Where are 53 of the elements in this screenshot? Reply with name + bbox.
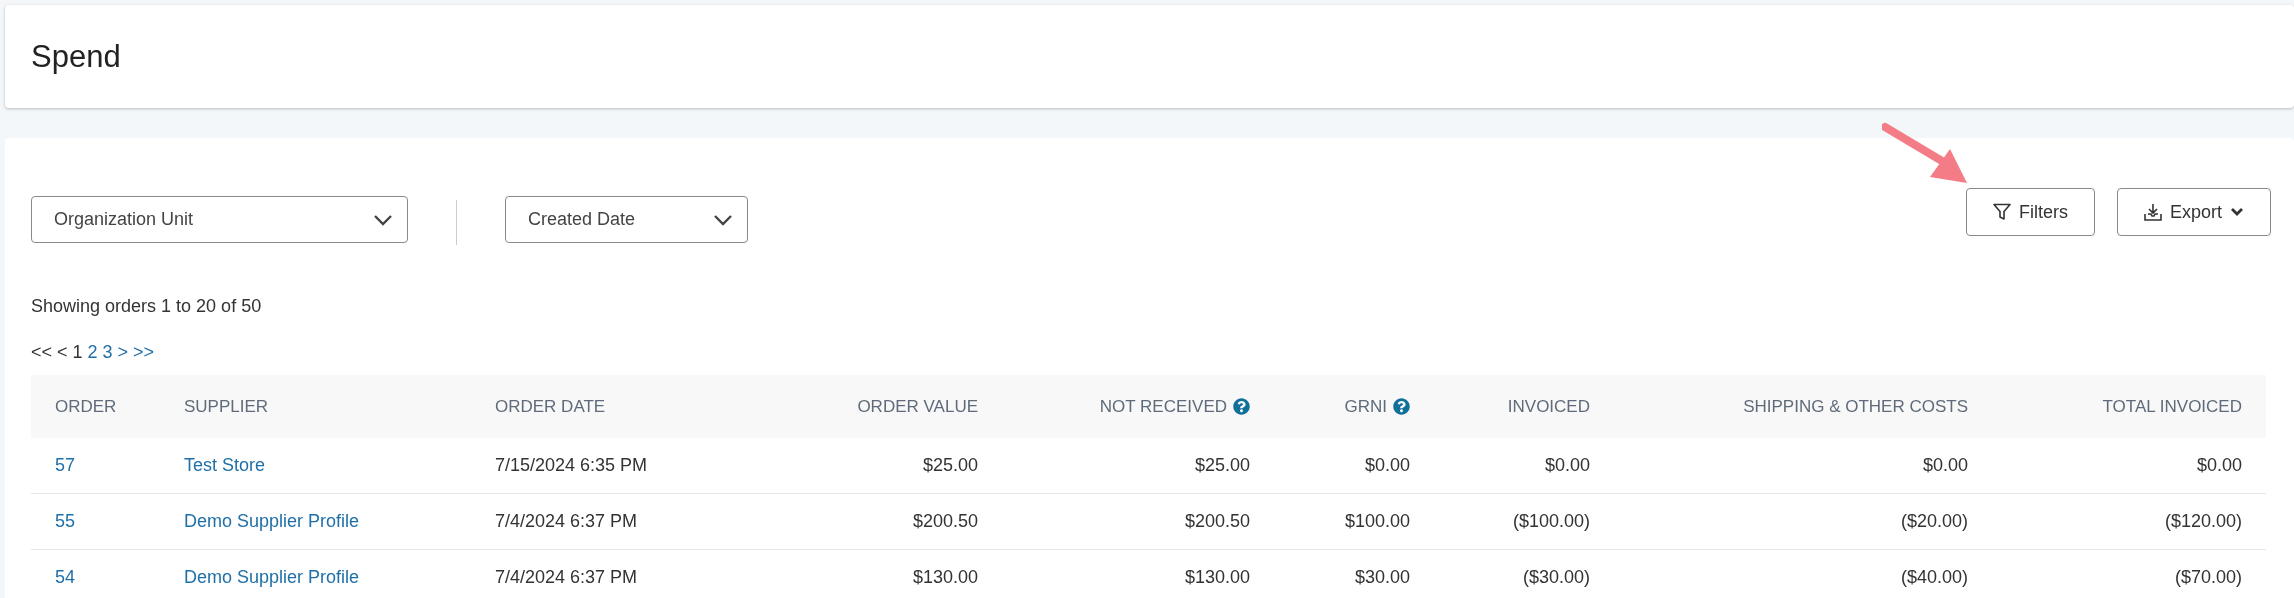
table-cell: $200.50 (1002, 494, 1274, 550)
column-header: TOTAL INVOICED (1992, 375, 2266, 438)
column-header: ORDER DATE (471, 375, 800, 438)
column-header: ORDER VALUE (800, 375, 1002, 438)
table-cell: $100.00 (1274, 494, 1434, 550)
help-icon[interactable] (1233, 398, 1250, 415)
results-summary: Showing orders 1 to 20 of 50 (31, 296, 263, 317)
column-header: ORDER (31, 375, 160, 438)
table-cell: ($70.00) (1992, 550, 2266, 598)
table-cell: 7/15/2024 6:35 PM (471, 438, 800, 494)
table-cell: ($40.00) (1614, 550, 1992, 598)
page-title: Spend (31, 38, 121, 75)
chevron-down-icon (373, 213, 393, 226)
page-link[interactable]: 2 (87, 342, 98, 363)
column-header: SUPPLIER (160, 375, 471, 438)
table-cell: ($120.00) (1992, 494, 2266, 550)
table-cell: ($30.00) (1434, 550, 1614, 598)
column-header: NOT RECEIVED (1002, 375, 1274, 438)
table-cell: 7/4/2024 6:37 PM (471, 550, 800, 598)
table-cell: ($100.00) (1434, 494, 1614, 550)
page-link[interactable]: > (117, 342, 129, 363)
table-cell: $200.50 (800, 494, 1002, 550)
chevron-down-icon (713, 213, 733, 226)
help-icon[interactable] (1393, 398, 1410, 415)
filters-button[interactable]: Filters (1965, 188, 2095, 236)
table-cell: $130.00 (1002, 550, 1274, 598)
table-link[interactable]: Demo Supplier Profile (160, 494, 471, 550)
page-link[interactable]: >> (133, 342, 155, 363)
table-cell: $130.00 (800, 550, 1002, 598)
column-header: GRNI (1274, 375, 1434, 438)
page-link[interactable]: 3 (102, 342, 113, 363)
table-link[interactable]: 57 (31, 438, 160, 494)
table-link[interactable]: Test Store (160, 438, 471, 494)
chevron-down-icon (2230, 207, 2244, 217)
filter-icon (1992, 203, 2011, 221)
table-cell: $0.00 (1274, 438, 1434, 494)
export-button[interactable]: Export (2116, 188, 2271, 236)
table-cell: $0.00 (1434, 438, 1614, 494)
download-tray-icon (2143, 203, 2162, 221)
dropdown[interactable]: Organization Unit (31, 196, 408, 243)
table-cell: $25.00 (1002, 438, 1274, 494)
column-header: INVOICED (1434, 375, 1614, 438)
table-link[interactable]: Demo Supplier Profile (160, 550, 471, 598)
column-header: SHIPPING & OTHER COSTS (1614, 375, 1992, 438)
table-cell: $30.00 (1274, 550, 1434, 598)
table-cell: $25.00 (800, 438, 1002, 494)
table-cell: $0.00 (1992, 438, 2266, 494)
dropdown[interactable]: Created Date (505, 196, 748, 243)
table-cell: $0.00 (1614, 438, 1992, 494)
table-link[interactable]: 54 (31, 550, 160, 598)
table-link[interactable]: 55 (31, 494, 160, 550)
table-cell: ($20.00) (1614, 494, 1992, 550)
table-cell: 7/4/2024 6:37 PM (471, 494, 800, 550)
